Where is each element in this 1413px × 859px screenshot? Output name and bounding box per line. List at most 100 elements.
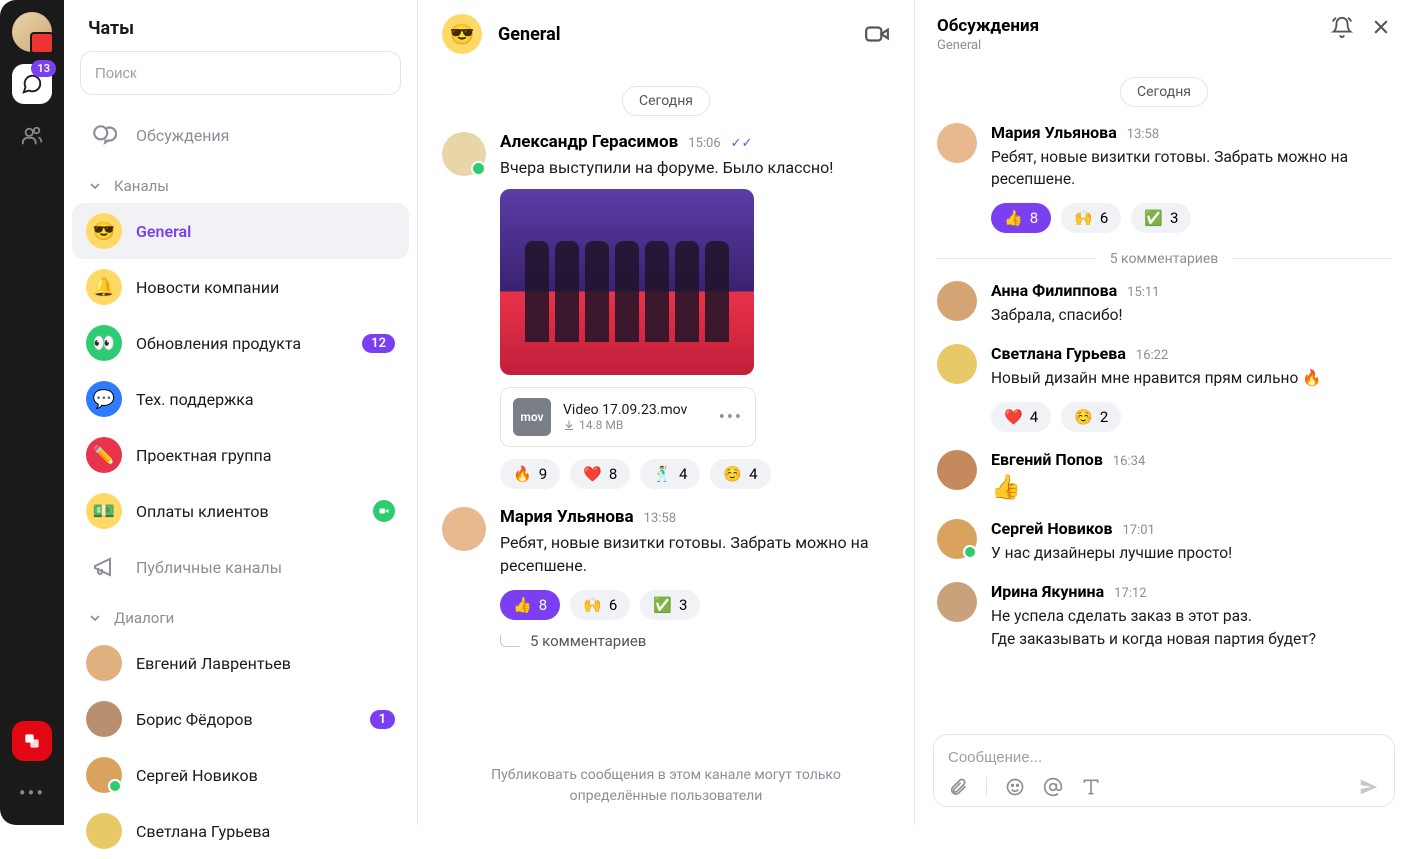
file-attachment[interactable]: mov Video 17.09.23.mov 14.8 MB ••• (500, 387, 756, 447)
attach-button[interactable] (948, 777, 968, 797)
comments-separator: 5 комментариев (937, 251, 1391, 267)
main-panel: 😎 General Сегодня Александр Герасимов 15… (418, 0, 915, 825)
message-avatar[interactable] (442, 507, 486, 551)
channel-title[interactable]: General (498, 24, 561, 45)
message-emoji: 👍 (991, 473, 1391, 501)
file-name: Video 17.09.23.mov (563, 402, 707, 418)
reaction[interactable]: 🙌6 (570, 590, 630, 620)
reaction[interactable]: 👍8 (500, 590, 560, 620)
notifications-button[interactable] (1331, 16, 1353, 38)
message-text: Не успела сделать заказ в этот раз.Где з… (991, 605, 1391, 650)
reaction[interactable]: 🕺4 (640, 459, 700, 489)
reaction-count: 8 (609, 465, 617, 483)
messages-list[interactable]: Сегодня Александр Герасимов 15:06✓✓ Вчер… (418, 68, 914, 755)
user-avatar[interactable] (12, 12, 52, 52)
reaction-emoji: 🙌 (1074, 209, 1093, 227)
thread-root-message: Мария Ульянова 13:58 Ребят, новые визитк… (937, 123, 1391, 233)
dialog-item[interactable]: Борис Фёдоров1 (64, 691, 417, 747)
rail-more-button[interactable]: ••• (12, 773, 52, 813)
dialog-name: Евгений Лаврентьев (136, 654, 291, 673)
channels-section-toggle[interactable]: Каналы (64, 163, 417, 203)
reaction[interactable]: ❤️4 (991, 402, 1051, 432)
format-button[interactable] (1081, 777, 1101, 797)
channel-item[interactable]: 💵 Оплаты клиентов (64, 483, 417, 539)
message-avatar[interactable] (937, 582, 977, 622)
reaction-emoji: 👍 (513, 596, 532, 614)
channel-item[interactable]: ✏️ Проектная группа (64, 427, 417, 483)
reaction-count: 4 (749, 465, 757, 483)
reaction[interactable]: ☺️2 (1061, 402, 1121, 432)
message-avatar[interactable] (937, 450, 977, 490)
reaction-count: 4 (1030, 408, 1038, 426)
dialog-name: Светлана Гурьева (136, 822, 270, 841)
rail-app-button[interactable] (12, 721, 52, 761)
channel-label: Проектная группа (136, 446, 271, 465)
open-thread-link[interactable]: 5 комментариев (500, 632, 890, 650)
channel-label: Тех. поддержка (136, 390, 254, 409)
message-avatar[interactable] (442, 132, 486, 176)
message-author[interactable]: Александр Герасимов (500, 132, 678, 152)
message-avatar[interactable] (937, 519, 977, 559)
rail-chats-button[interactable]: 13 (12, 64, 52, 104)
thread-subtitle: General (937, 38, 1039, 53)
reaction-count: 3 (1170, 209, 1178, 227)
channel-item[interactable]: 👀 Обновления продукта12 (64, 315, 417, 371)
send-button[interactable] (1358, 776, 1380, 798)
sidebar-discussions[interactable]: Обсуждения (64, 107, 417, 163)
channel-item[interactable]: 🔔 Новости компании (64, 259, 417, 315)
reaction[interactable]: ❤️8 (570, 459, 630, 489)
message-avatar[interactable] (937, 281, 977, 321)
megaphone-icon (86, 549, 122, 585)
reaction[interactable]: ✅3 (1131, 203, 1191, 233)
message: Александр Герасимов 15:06✓✓ Вчера выступ… (442, 132, 890, 489)
close-thread-button[interactable] (1371, 17, 1391, 37)
message-image[interactable] (500, 189, 754, 375)
channel-icon: ✏️ (86, 437, 122, 473)
reaction[interactable]: 👍8 (991, 203, 1051, 233)
thread-messages[interactable]: Сегодня Мария Ульянова 13:58 Ребят, новы… (915, 63, 1413, 724)
video-call-button[interactable] (864, 21, 890, 47)
message-text: Ребят, новые визитки готовы. Забрать мож… (991, 146, 1391, 191)
message-author[interactable]: Анна Филиппова (991, 281, 1117, 300)
thread-panel: Обсуждения General Сегодня Мария Ульянов… (915, 0, 1413, 825)
channel-item[interactable]: 💬 Тех. поддержка (64, 371, 417, 427)
channel-avatar: 😎 (442, 14, 482, 54)
composer-input[interactable] (948, 745, 1380, 776)
emoji-button[interactable] (1005, 777, 1025, 797)
reaction[interactable]: 🔥9 (500, 459, 560, 489)
reaction-count: 8 (1030, 209, 1038, 227)
sidebar-discussions-label: Обсуждения (136, 126, 229, 145)
channel-item[interactable]: 😎 General (72, 203, 409, 259)
thread-reply: Ирина Якунина 17:12 Не успела сделать за… (937, 582, 1391, 650)
file-more-button[interactable]: ••• (719, 407, 743, 428)
rail-contacts-button[interactable] (12, 116, 52, 156)
message-author[interactable]: Мария Ульянова (500, 507, 634, 527)
reaction-emoji: ✅ (1144, 209, 1163, 227)
file-size: 14.8 MB (563, 418, 707, 432)
message-avatar[interactable] (937, 344, 977, 384)
message-author[interactable]: Ирина Якунина (991, 582, 1104, 601)
dialog-item[interactable]: Светлана Гурьева (64, 803, 417, 859)
dialogs-section-toggle[interactable]: Диалоги (64, 595, 417, 635)
mention-button[interactable] (1043, 777, 1063, 797)
channel-label: Обновления продукта (136, 334, 301, 353)
message-author[interactable]: Мария Ульянова (991, 123, 1117, 142)
message-author[interactable]: Сергей Новиков (991, 519, 1113, 538)
discussions-icon (86, 117, 122, 153)
reaction[interactable]: 🙌6 (1061, 203, 1121, 233)
sidebar: Чаты Обсуждения Каналы 😎 General 🔔 Новос… (64, 0, 418, 825)
dialog-item[interactable]: Сергей Новиков (64, 747, 417, 803)
reaction-emoji: 👍 (1004, 209, 1023, 227)
dialog-name: Сергей Новиков (136, 766, 258, 785)
reaction[interactable]: ☺️4 (710, 459, 770, 489)
dialog-item[interactable]: Евгений Лаврентьев (64, 635, 417, 691)
message-avatar[interactable] (937, 123, 977, 163)
search-input[interactable] (80, 51, 401, 95)
reaction[interactable]: ✅3 (640, 590, 700, 620)
message-author[interactable]: Светлана Гурьева (991, 344, 1126, 363)
reaction-count: 6 (609, 596, 617, 614)
public-channels[interactable]: Публичные каналы (64, 539, 417, 595)
sidebar-title: Чаты (64, 0, 417, 51)
message-text: Вчера выступили на форуме. Было классно! (500, 156, 890, 179)
message-author[interactable]: Евгений Попов (991, 450, 1103, 469)
